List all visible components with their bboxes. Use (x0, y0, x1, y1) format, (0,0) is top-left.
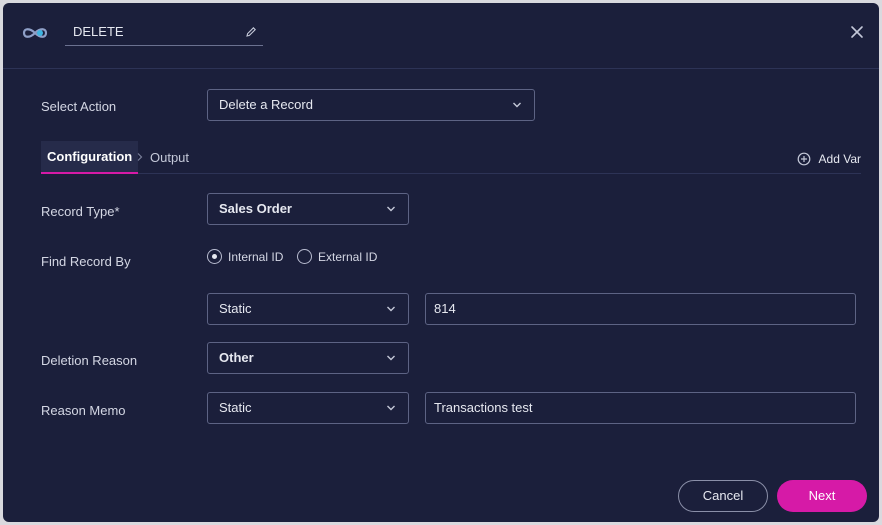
chevron-right-icon (137, 153, 143, 161)
deletion-reason-value: Other (219, 350, 254, 365)
infinity-logo-icon (22, 28, 48, 38)
close-icon[interactable] (849, 24, 865, 40)
tab-configuration[interactable]: Configuration (41, 141, 139, 174)
select-action-label: Select Action (41, 99, 117, 114)
select-action-dropdown[interactable]: Delete a Record (207, 89, 535, 121)
reason-memo-input[interactable]: Transactions test (425, 392, 856, 424)
find-record-mode-value: Static (219, 301, 252, 316)
reason-memo-value: Transactions test (434, 400, 533, 415)
select-action-value: Delete a Record (219, 97, 313, 112)
record-id-input[interactable]: 814 (425, 293, 856, 325)
reason-memo-mode-dropdown[interactable]: Static (207, 392, 409, 424)
chevron-down-icon (387, 405, 395, 411)
find-record-by-label: Find Record By (41, 254, 131, 269)
add-var-button[interactable]: Add Var (797, 151, 861, 167)
plus-circle-icon (797, 152, 810, 166)
cancel-button[interactable]: Cancel (678, 480, 768, 512)
delete-record-dialog: DELETE Select Action Delete a Record Con… (3, 3, 879, 522)
reason-memo-label: Reason Memo (41, 403, 126, 418)
chevron-down-icon (387, 355, 395, 361)
radio-internal-id[interactable]: Internal ID (207, 249, 283, 265)
workflow-name-field[interactable]: DELETE (65, 21, 263, 46)
chevron-down-icon (513, 102, 521, 108)
deletion-reason-label: Deletion Reason (41, 353, 138, 368)
record-type-value: Sales Order (219, 201, 292, 216)
record-id-value: 814 (434, 301, 456, 316)
radio-unselected-icon (297, 249, 312, 264)
radio-internal-id-label: Internal ID (228, 250, 284, 264)
radio-external-id-label: External ID (318, 250, 378, 264)
deletion-reason-dropdown[interactable]: Other (207, 342, 409, 374)
radio-selected-icon (207, 249, 222, 264)
pencil-icon[interactable] (245, 26, 257, 38)
record-type-dropdown[interactable]: Sales Order (207, 193, 409, 225)
add-var-label: Add Var (818, 152, 861, 166)
radio-external-id[interactable]: External ID (297, 249, 377, 265)
reason-memo-mode-value: Static (219, 400, 252, 415)
find-record-mode-dropdown[interactable]: Static (207, 293, 409, 325)
chevron-down-icon (387, 306, 395, 312)
next-button[interactable]: Next (777, 480, 867, 512)
workflow-name-text: DELETE (73, 24, 124, 39)
chevron-down-icon (387, 206, 395, 212)
tab-output[interactable]: Output (150, 141, 189, 174)
dialog-header: DELETE (3, 3, 879, 69)
record-type-label: Record Type* (41, 204, 120, 219)
tab-bar: Configuration Output Add Var (41, 141, 861, 174)
